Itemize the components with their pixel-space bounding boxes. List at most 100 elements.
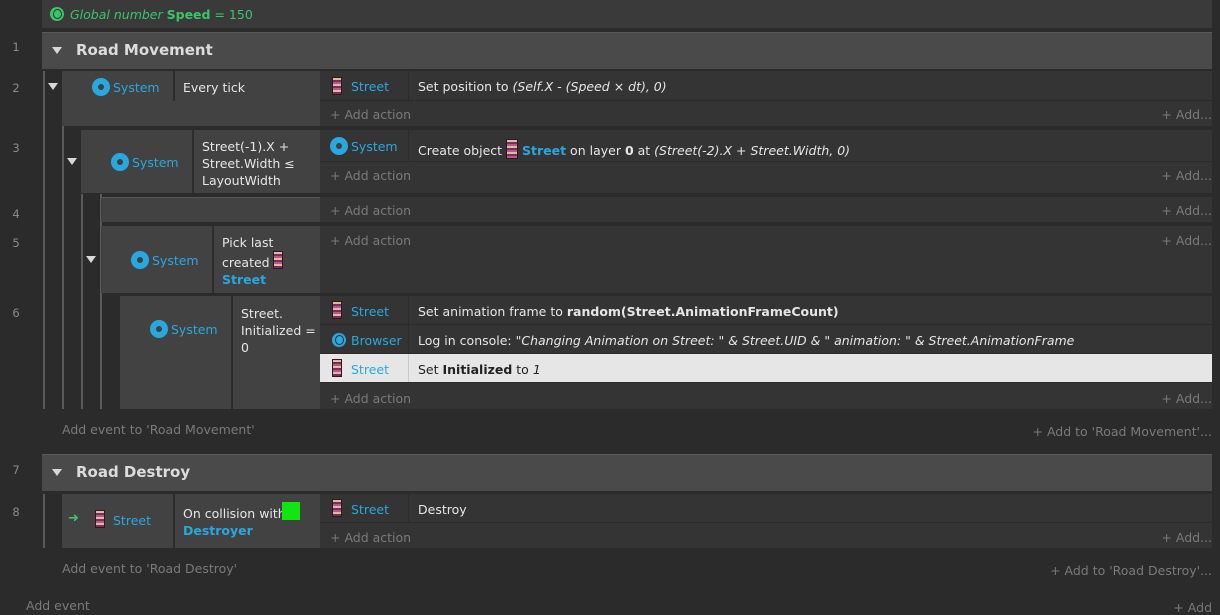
add-link[interactable]: + Add... [1161, 391, 1212, 406]
action-row[interactable]: Street Destroy [320, 494, 1212, 523]
group-title: Road Destroy [76, 463, 191, 481]
event-2-actions: Street Set position to (Self.X - (Speed … [320, 71, 1212, 126]
trigger-arrow-icon: ➜ [68, 511, 79, 526]
event-6-condition-object[interactable]: System [120, 296, 232, 409]
action-text: Set Initialized to 1 [418, 362, 541, 377]
add-sheet-label: Add [1187, 600, 1212, 615]
group-title: Road Movement [76, 41, 213, 59]
add-action-link[interactable]: + Add action [330, 530, 411, 545]
add-sheet-link[interactable]: + Add [1173, 600, 1212, 615]
event-8-actions: Street Destroy + Add action + Add... [320, 494, 1212, 548]
action-text: Set animation frame to random(Street.Ani… [418, 304, 839, 319]
add-action-label: Add action [344, 530, 412, 545]
event-8-condition-object[interactable]: ➜ Street [62, 494, 174, 548]
system-label: System [171, 322, 218, 337]
group-header-road-movement[interactable]: Road Movement [42, 32, 1212, 69]
global-var-prefix: Global number [70, 7, 163, 22]
add-label: Add... [1175, 107, 1212, 122]
system-label: System [113, 80, 160, 95]
condition-text: On collision with [183, 506, 286, 521]
event-2-condition[interactable]: Every tick [175, 71, 320, 101]
add-event-to-group-link[interactable]: Add event to 'Road Movement' [62, 422, 255, 437]
gear-icon [332, 139, 346, 153]
action-object-name: Street [351, 79, 389, 94]
action-row[interactable]: System Create object Street on layer 0 a… [320, 130, 1212, 162]
action-text: Destroy [418, 502, 467, 517]
event-toggle-icon[interactable] [48, 83, 58, 90]
event-2-condition-object[interactable]: System [62, 71, 174, 101]
event-8-condition[interactable]: On collision with Destroyer [175, 494, 320, 548]
add-action-label: Add action [344, 391, 412, 406]
street-sprite-icon [95, 510, 105, 528]
add-link[interactable]: + Add... [1161, 168, 1212, 183]
action-row[interactable]: Browser Log in console: "Changing Animat… [320, 325, 1212, 354]
add-link[interactable]: + Add... [1161, 107, 1212, 122]
add-action-label: Add action [344, 233, 412, 248]
add-label: Add... [1175, 530, 1212, 545]
line-number: 4 [12, 207, 20, 221]
event-6-condition[interactable]: Street. Initialized = 0 [233, 296, 320, 409]
add-link[interactable]: + Add... [1161, 233, 1212, 248]
action-text: Create object Street on layer 0 at (Stre… [418, 139, 850, 159]
street-sprite-icon [332, 499, 342, 517]
event-toggle-icon[interactable] [67, 158, 77, 165]
action-row-selected[interactable]: Street Set Initialized to 1 [320, 354, 1212, 383]
add-label: Add... [1175, 203, 1212, 218]
add-action-link[interactable]: + Add action [330, 203, 411, 218]
global-variable-row[interactable]: Global number Speed = 150 [42, 0, 1212, 28]
event-3-condition[interactable]: Street(-1).X + Street.Width ≤ LayoutWidt… [194, 130, 320, 193]
event-5-condition-object[interactable]: System [101, 226, 213, 293]
action-row[interactable]: Street Set animation frame to random(Str… [320, 296, 1212, 325]
add-action-link[interactable]: + Add action [330, 107, 411, 122]
event-4-condition[interactable] [101, 197, 320, 222]
condition-text: Every tick [183, 80, 245, 95]
action-object-name: Street [351, 362, 389, 377]
add-event-to-group-link[interactable]: Add event to 'Road Destroy' [62, 561, 237, 576]
add-link[interactable]: + Add... [1161, 530, 1212, 545]
action-object-name: Street [351, 502, 389, 517]
event-3-condition-object[interactable]: System [81, 130, 193, 193]
street-sprite-icon [332, 301, 342, 319]
condition-object-ref: Street [222, 272, 267, 287]
add-link[interactable]: + Add... [1161, 203, 1212, 218]
add-to-group-link[interactable]: + Add to 'Road Destroy'... [1050, 563, 1212, 578]
action-object-name: Browser [351, 333, 402, 348]
destroyer-sprite-icon [282, 502, 300, 520]
action-text-prefix: Set [418, 362, 443, 377]
add-to-group-label: Add to 'Road Destroy'... [1064, 563, 1212, 578]
condition-object-name: Street [113, 513, 151, 528]
browser-globe-icon [332, 333, 346, 347]
action-value: 1 [532, 362, 541, 377]
event-5-condition[interactable]: Pick last created Street [214, 226, 320, 293]
condition-object-ref: Destroyer [183, 523, 253, 538]
action-object-name: System [351, 139, 398, 154]
add-to-group-label: Add to 'Road Movement'... [1046, 424, 1212, 439]
event-5-actions: + Add action + Add... [320, 226, 1212, 293]
action-expression: (Self.X - (Speed × dt), 0) [512, 79, 667, 94]
action-row[interactable]: Street Set position to (Self.X - (Speed … [320, 71, 1212, 101]
collapse-triangle-icon[interactable] [52, 47, 62, 54]
line-number: 8 [12, 505, 20, 519]
add-action-link[interactable]: + Add action [330, 168, 411, 183]
add-action-label: Add action [344, 168, 412, 183]
event-4-actions: + Add action + Add... [320, 197, 1212, 222]
global-var-name: Speed [166, 7, 211, 22]
add-action-link[interactable]: + Add action [330, 233, 411, 248]
add-action-link[interactable]: + Add action [330, 391, 411, 406]
action-layer: 0 [624, 143, 634, 158]
event-toggle-icon[interactable] [86, 256, 96, 263]
global-var-value: = 150 [214, 7, 253, 22]
action-text-mid: on layer [566, 143, 625, 158]
add-label: Add... [1175, 391, 1212, 406]
add-to-group-link[interactable]: + Add to 'Road Movement'... [1033, 424, 1213, 439]
action-expression: "Changing Animation on Street: " & Stree… [515, 333, 1075, 348]
street-sprite-icon [273, 251, 283, 269]
collapse-triangle-icon[interactable] [52, 469, 62, 476]
action-text-prefix: Log in console: [418, 333, 516, 348]
line-number: 6 [12, 306, 20, 320]
group-header-road-destroy[interactable]: Road Destroy [42, 454, 1212, 491]
system-label: System [152, 253, 199, 268]
gear-icon [152, 322, 166, 336]
condition-text: Street(-1).X + Street.Width ≤ LayoutWidt… [202, 139, 295, 188]
gear-icon [133, 253, 147, 267]
